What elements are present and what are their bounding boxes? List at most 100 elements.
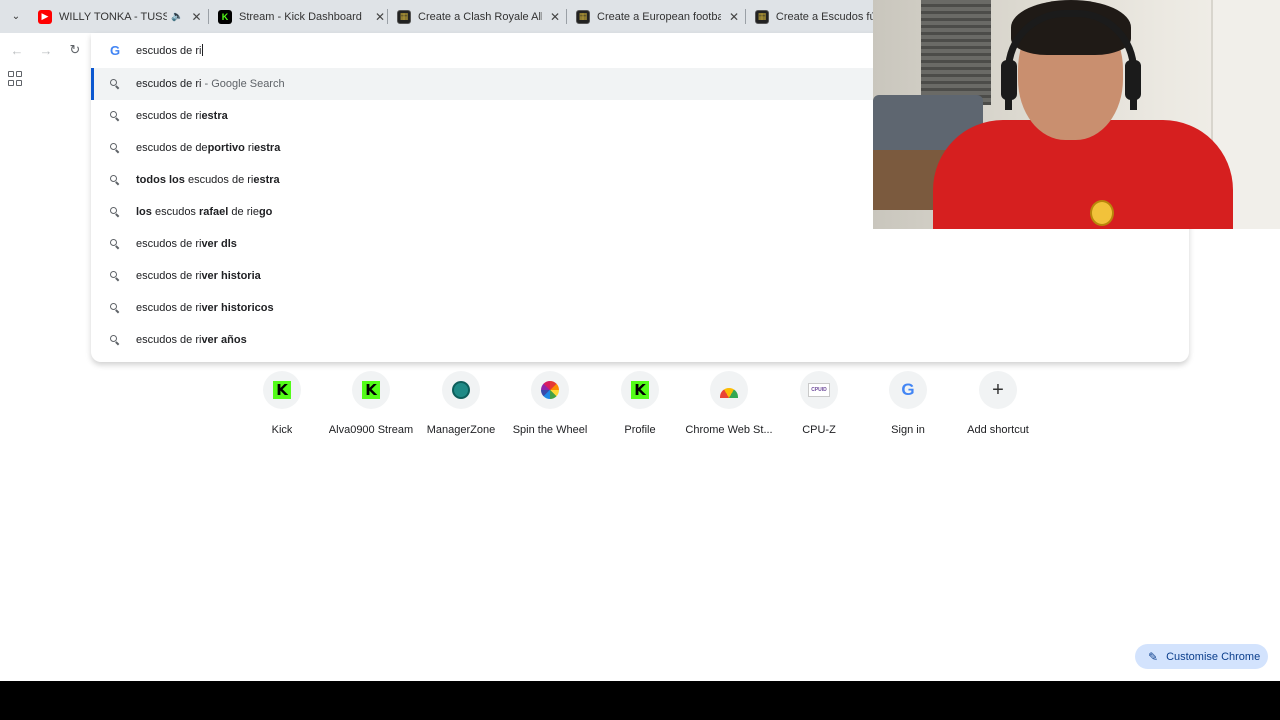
tab-separator — [208, 9, 209, 24]
kick-icon: K — [362, 381, 380, 399]
suggestion-fragment: rafael — [199, 206, 229, 218]
tab-european-football[interactable]: ▦ Create a European football c ✕ — [576, 4, 744, 29]
shortcut-label: Alva0900 Stream — [328, 424, 414, 436]
google-g-icon: G — [109, 42, 121, 58]
search-icon — [109, 78, 120, 89]
suggestion-fragment: ri — [244, 142, 255, 154]
tab-kick-dashboard[interactable]: K Stream - Kick Dashboard ✕ — [218, 4, 386, 29]
webcam-headset-earcup — [1001, 60, 1017, 100]
shortcut-label: Chrome Web St... — [685, 424, 773, 436]
shortcut-tile[interactable]: ManagerZone — [416, 371, 506, 441]
shortcut-tile[interactable]: K Alva0900 Stream — [326, 371, 416, 441]
suggestion-text: escudos de deportivo riestra — [136, 142, 280, 154]
shortcut-tile[interactable]: Chrome Web St... — [684, 371, 774, 441]
suggestion-fragment: ver dls — [201, 238, 237, 250]
suggestion-fragment: los — [136, 206, 152, 218]
close-tab-icon[interactable]: ✕ — [375, 10, 385, 24]
shortcut-label: Sign in — [891, 424, 925, 436]
shortcut-tile[interactable]: Spin the Wheel — [505, 371, 595, 441]
suggestion-row[interactable]: todos los escudos de riestra — [91, 164, 873, 196]
shortcut-label: Kick — [271, 424, 293, 436]
shortcut-icon-circle: K — [263, 371, 301, 409]
search-icon — [109, 238, 120, 249]
suggestion-row[interactable]: escudos de river historia — [91, 260, 873, 292]
search-icon — [109, 334, 120, 345]
suggestion-fragment: ver historia — [201, 270, 261, 282]
suggestion-fragment: todos los — [136, 174, 185, 186]
shortcut-icon-circle — [442, 371, 480, 409]
text-caret — [202, 44, 204, 56]
shortcut-label: ManagerZone — [426, 424, 496, 436]
customise-chrome-button[interactable]: ✎ Customise Chrome — [1135, 644, 1268, 669]
kick-icon: K — [218, 9, 232, 24]
omnibox-input[interactable]: escudos de ri — [136, 44, 204, 57]
suggestion-fragment: ver historicos — [201, 302, 274, 314]
shortcut-icon-circle — [531, 371, 569, 409]
suggestion-fragment: escudos de ri — [136, 302, 202, 314]
shortcut-tile[interactable]: G Sign in — [863, 371, 953, 441]
suggestion-fragment: estra — [201, 110, 228, 122]
shortcut-tile[interactable]: + Add shortcut — [953, 371, 1043, 441]
shortcut-icon-circle: K — [352, 371, 390, 409]
close-tab-icon[interactable]: ✕ — [550, 10, 560, 24]
suggestion-row[interactable]: los escudos rafael de riego — [91, 196, 873, 228]
suggestion-fragment: estra — [253, 174, 280, 186]
suggestion-text: escudos de river historia — [136, 270, 261, 282]
back-arrow-icon[interactable]: ← — [8, 41, 26, 59]
tiermaker-icon: ▦ — [576, 9, 590, 24]
suggestion-fragment: escudos de ri — [136, 110, 202, 122]
close-tab-icon[interactable]: ✕ — [191, 10, 201, 24]
apps-grid-icon[interactable] — [8, 71, 24, 87]
suggestion-text: escudos de river historicos — [136, 302, 274, 314]
suggestion-text: escudos de ri - Google Search — [136, 78, 285, 90]
suggestion-text: los escudos rafael de riego — [136, 206, 272, 218]
cpuz-icon: CPUID — [808, 383, 830, 397]
suggestion-row[interactable]: escudos de riestra — [91, 100, 873, 132]
tab-search-chevron-icon[interactable]: ⌄ — [6, 6, 26, 26]
suggestion-row[interactable]: escudos de river años — [91, 324, 873, 356]
shortcut-label: Profile — [624, 424, 656, 436]
tab-title: Create a Clash Royale All 11 — [418, 10, 542, 23]
tab-youtube[interactable]: ▶ WILLY TONKA - TUSSIWA 🔈 ✕ — [38, 4, 208, 29]
suggestion-search-row[interactable]: escudos de ri - Google Search — [91, 68, 873, 100]
forward-arrow-icon[interactable]: → — [37, 41, 55, 59]
suggestion-fragment: portivo — [207, 142, 245, 154]
shortcut-tile[interactable]: K Profile — [595, 371, 685, 441]
suggestion-fragment: escudos de ri — [136, 334, 202, 346]
webcam-window-blind — [921, 0, 991, 105]
search-icon — [109, 302, 120, 313]
shortcut-icon-circle: K — [621, 371, 659, 409]
close-tab-icon[interactable]: ✕ — [729, 10, 739, 24]
shortcut-tile[interactable]: K Kick — [237, 371, 327, 441]
suggestion-row[interactable]: escudos de river dls — [91, 228, 873, 260]
tab-title: Create a Escudos fútbol — [775, 10, 873, 23]
bottom-black-bar — [0, 681, 1280, 720]
shortcut-icon-circle — [710, 371, 748, 409]
shortcut-icon-circle: CPUID — [800, 371, 838, 409]
kick-icon: K — [631, 381, 649, 399]
search-icon — [109, 206, 120, 217]
suggestion-fragment: escudos de ri — [184, 174, 254, 186]
managerzone-icon — [452, 381, 470, 399]
suggestion-fragment: ver años — [201, 334, 247, 346]
suggestion-row[interactable]: escudos de river historicos — [91, 292, 873, 324]
speaker-icon[interactable]: 🔈 — [171, 11, 183, 22]
search-icon — [109, 142, 120, 153]
reload-icon[interactable]: ↻ — [66, 41, 84, 59]
webcam-headset-earcup — [1125, 60, 1141, 100]
kick-icon: K — [273, 381, 291, 399]
webcam-overlay — [873, 0, 1280, 229]
suggestion-row[interactable]: escudos de deportivo riestra — [91, 132, 873, 164]
tab-clash-royale[interactable]: ▦ Create a Clash Royale All 11 ✕ — [397, 4, 565, 29]
tab-title: Stream - Kick Dashboard — [239, 10, 362, 23]
shortcut-icon-circle: + — [979, 371, 1017, 409]
shortcut-tile[interactable]: CPUID CPU-Z — [774, 371, 864, 441]
selection-indicator — [91, 68, 94, 100]
shortcut-label: Add shortcut — [967, 424, 1029, 436]
tab-escudos-futbol[interactable]: ▦ Create a Escudos fútbol — [755, 4, 873, 29]
pencil-icon: ✎ — [1148, 649, 1159, 664]
suggestion-fragment: escudos de de — [136, 142, 208, 154]
wheel-icon — [541, 381, 559, 399]
suggestion-text: escudos de river dls — [136, 238, 237, 250]
tiermaker-icon: ▦ — [397, 9, 411, 24]
